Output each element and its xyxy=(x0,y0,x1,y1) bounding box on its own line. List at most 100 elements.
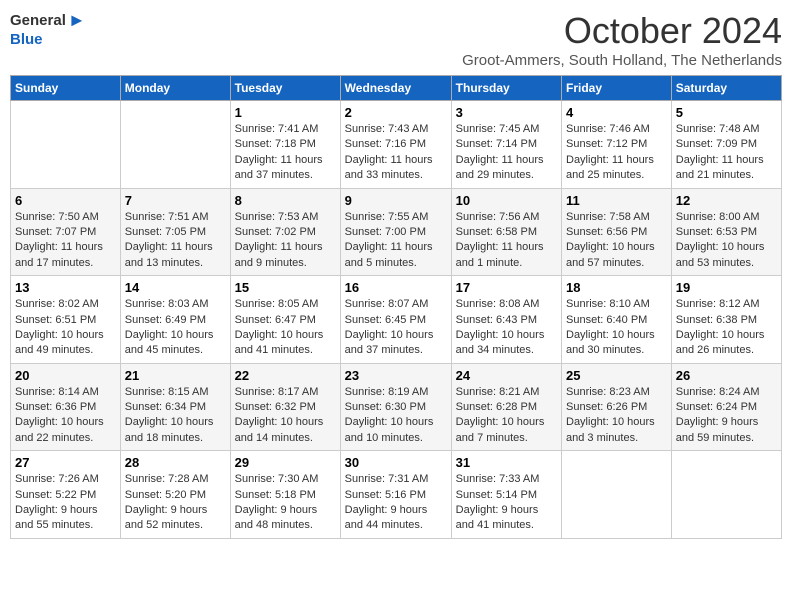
calendar-cell: 4 Sunrise: 7:46 AM Sunset: 7:12 PM Daylig… xyxy=(562,101,672,189)
calendar-cell: 27 Sunrise: 7:26 AM Sunset: 5:22 PM Dayli… xyxy=(11,451,121,539)
calendar-cell: 23 Sunrise: 8:19 AM Sunset: 6:30 PM Dayli… xyxy=(340,363,451,451)
day-info: Sunrise: 8:17 AM Sunset: 6:32 PM Dayligh… xyxy=(235,385,336,447)
calendar-cell: 29Sunrise: 7:30 AM Sunset: 5:18 PM Dayli… xyxy=(230,451,340,539)
day-number: 12 xyxy=(676,193,777,208)
calendar-week-4: 20 Sunrise: 8:14 AM Sunset: 6:36 PM Dayli… xyxy=(11,363,782,451)
weekday-header-monday: Monday xyxy=(120,76,230,101)
day-info: Sunrise: 7:43 AM Sunset: 7:16 PM Dayligh… xyxy=(345,122,447,184)
day-number: 14 xyxy=(125,280,226,295)
day-info: Sunrise: 8:15 AM Sunset: 6:34 PM Dayligh… xyxy=(125,385,226,447)
day-number: 1 xyxy=(235,105,336,120)
day-number: 15 xyxy=(235,280,336,295)
day-number: 24 xyxy=(456,368,557,383)
calendar-cell: 15 Sunrise: 8:05 AM Sunset: 6:47 PM Dayli… xyxy=(230,276,340,364)
weekday-header-wednesday: Wednesday xyxy=(340,76,451,101)
day-info: Sunrise: 8:23 AM Sunset: 6:26 PM Dayligh… xyxy=(566,385,667,447)
calendar-cell: 3 Sunrise: 7:45 AM Sunset: 7:14 PM Daylig… xyxy=(451,101,561,189)
calendar-cell: 13 Sunrise: 8:02 AM Sunset: 6:51 PM Dayli… xyxy=(11,276,121,364)
day-number: 5 xyxy=(676,105,777,120)
calendar-cell: 9 Sunrise: 7:55 AM Sunset: 7:00 PM Daylig… xyxy=(340,188,451,276)
weekday-header-saturday: Saturday xyxy=(671,76,781,101)
day-info: Sunrise: 7:58 AM Sunset: 6:56 PM Dayligh… xyxy=(566,210,667,272)
day-number: 9 xyxy=(345,193,447,208)
calendar-cell: 24 Sunrise: 8:21 AM Sunset: 6:28 PM Dayli… xyxy=(451,363,561,451)
day-number: 28 xyxy=(125,455,226,470)
calendar-cell: 26 Sunrise: 8:24 AM Sunset: 6:24 PM Dayli… xyxy=(671,363,781,451)
day-number: 26 xyxy=(676,368,777,383)
logo: General ► Blue xyxy=(10,10,86,48)
calendar-cell: 5 Sunrise: 7:48 AM Sunset: 7:09 PM Daylig… xyxy=(671,101,781,189)
day-number: 25 xyxy=(566,368,667,383)
title-section: October 2024 Groot-Ammers, South Holland… xyxy=(462,10,782,69)
day-number: 19 xyxy=(676,280,777,295)
day-info: Sunrise: 7:50 AM Sunset: 7:07 PM Dayligh… xyxy=(15,210,116,272)
logo-blue: Blue xyxy=(10,31,86,48)
day-info: Sunrise: 8:12 AM Sunset: 6:38 PM Dayligh… xyxy=(676,297,777,359)
day-info: Sunrise: 8:03 AM Sunset: 6:49 PM Dayligh… xyxy=(125,297,226,359)
month-title: October 2024 xyxy=(462,10,782,52)
calendar-week-2: 6 Sunrise: 7:50 AM Sunset: 7:07 PM Daylig… xyxy=(11,188,782,276)
day-info: Sunrise: 8:14 AM Sunset: 6:36 PM Dayligh… xyxy=(15,385,116,447)
calendar-cell: 1 Sunrise: 7:41 AM Sunset: 7:18 PM Daylig… xyxy=(230,101,340,189)
day-info: Sunrise: 8:08 AM Sunset: 6:43 PM Dayligh… xyxy=(456,297,557,359)
day-info: Sunrise: 8:19 AM Sunset: 6:30 PM Dayligh… xyxy=(345,385,447,447)
calendar-cell: 17 Sunrise: 8:08 AM Sunset: 6:43 PM Dayli… xyxy=(451,276,561,364)
logo-arrow-icon: ► xyxy=(68,10,86,31)
calendar-cell: 16Sunrise: 8:07 AM Sunset: 6:45 PM Dayli… xyxy=(340,276,451,364)
day-number: 6 xyxy=(15,193,116,208)
day-number: 11 xyxy=(566,193,667,208)
day-info: Sunrise: 7:46 AM Sunset: 7:12 PM Dayligh… xyxy=(566,122,667,184)
day-number: 3 xyxy=(456,105,557,120)
calendar-table: SundayMondayTuesdayWednesdayThursdayFrid… xyxy=(10,75,782,539)
day-info: Sunrise: 7:41 AM Sunset: 7:18 PM Dayligh… xyxy=(235,122,336,184)
weekday-header-row: SundayMondayTuesdayWednesdayThursdayFrid… xyxy=(11,76,782,101)
calendar-cell: 31Sunrise: 7:33 AM Sunset: 5:14 PM Dayli… xyxy=(451,451,561,539)
location: Groot-Ammers, South Holland, The Netherl… xyxy=(462,52,782,69)
day-info: Sunrise: 7:45 AM Sunset: 7:14 PM Dayligh… xyxy=(456,122,557,184)
day-info: Sunrise: 8:10 AM Sunset: 6:40 PM Dayligh… xyxy=(566,297,667,359)
day-number: 7 xyxy=(125,193,226,208)
day-number: 10 xyxy=(456,193,557,208)
calendar-cell: 20 Sunrise: 8:14 AM Sunset: 6:36 PM Dayli… xyxy=(11,363,121,451)
day-number: 8 xyxy=(235,193,336,208)
calendar-cell xyxy=(671,451,781,539)
day-number: 17 xyxy=(456,280,557,295)
day-number: 31 xyxy=(456,455,557,470)
day-number: 23 xyxy=(345,368,447,383)
calendar-cell: 11 Sunrise: 7:58 AM Sunset: 6:56 PM Dayli… xyxy=(562,188,672,276)
day-number: 4 xyxy=(566,105,667,120)
calendar-cell: 21 Sunrise: 8:15 AM Sunset: 6:34 PM Dayli… xyxy=(120,363,230,451)
calendar-cell: 25 Sunrise: 8:23 AM Sunset: 6:26 PM Dayli… xyxy=(562,363,672,451)
day-number: 16 xyxy=(345,280,447,295)
calendar-cell: 12Sunrise: 8:00 AM Sunset: 6:53 PM Dayli… xyxy=(671,188,781,276)
day-number: 13 xyxy=(15,280,116,295)
day-number: 18 xyxy=(566,280,667,295)
calendar-cell: 2Sunrise: 7:43 AM Sunset: 7:16 PM Daylig… xyxy=(340,101,451,189)
day-info: Sunrise: 7:28 AM Sunset: 5:20 PM Dayligh… xyxy=(125,472,226,534)
calendar-cell: 18 Sunrise: 8:10 AM Sunset: 6:40 PM Dayli… xyxy=(562,276,672,364)
day-number: 20 xyxy=(15,368,116,383)
calendar-week-1: 1 Sunrise: 7:41 AM Sunset: 7:18 PM Daylig… xyxy=(11,101,782,189)
day-info: Sunrise: 8:24 AM Sunset: 6:24 PM Dayligh… xyxy=(676,385,777,447)
calendar-cell xyxy=(562,451,672,539)
weekday-header-sunday: Sunday xyxy=(11,76,121,101)
day-number: 27 xyxy=(15,455,116,470)
calendar-week-5: 27 Sunrise: 7:26 AM Sunset: 5:22 PM Dayli… xyxy=(11,451,782,539)
day-number: 30 xyxy=(345,455,447,470)
day-info: Sunrise: 7:48 AM Sunset: 7:09 PM Dayligh… xyxy=(676,122,777,184)
calendar-cell: 30Sunrise: 7:31 AM Sunset: 5:16 PM Dayli… xyxy=(340,451,451,539)
day-info: Sunrise: 7:56 AM Sunset: 6:58 PM Dayligh… xyxy=(456,210,557,272)
day-number: 22 xyxy=(235,368,336,383)
calendar-cell: 7 Sunrise: 7:51 AM Sunset: 7:05 PM Daylig… xyxy=(120,188,230,276)
day-info: Sunrise: 7:51 AM Sunset: 7:05 PM Dayligh… xyxy=(125,210,226,272)
weekday-header-tuesday: Tuesday xyxy=(230,76,340,101)
day-number: 21 xyxy=(125,368,226,383)
calendar-cell: 8Sunrise: 7:53 AM Sunset: 7:02 PM Daylig… xyxy=(230,188,340,276)
day-info: Sunrise: 8:02 AM Sunset: 6:51 PM Dayligh… xyxy=(15,297,116,359)
day-info: Sunrise: 7:26 AM Sunset: 5:22 PM Dayligh… xyxy=(15,472,116,534)
day-info: Sunrise: 7:55 AM Sunset: 7:00 PM Dayligh… xyxy=(345,210,447,272)
logo-general: General xyxy=(10,12,66,29)
day-number: 29 xyxy=(235,455,336,470)
day-info: Sunrise: 8:21 AM Sunset: 6:28 PM Dayligh… xyxy=(456,385,557,447)
day-info: Sunrise: 8:05 AM Sunset: 6:47 PM Dayligh… xyxy=(235,297,336,359)
